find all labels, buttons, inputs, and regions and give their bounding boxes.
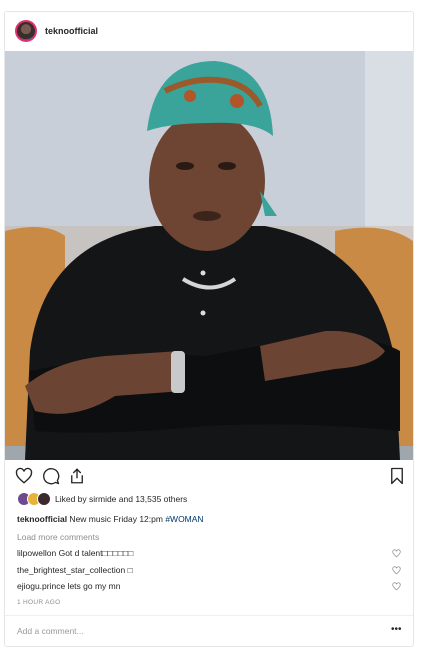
divider (5, 615, 413, 616)
load-more-comments[interactable]: Load more comments (17, 532, 99, 542)
comment-row: lilpowellon Got d talent□□□□□□ (17, 548, 401, 558)
post-timestamp[interactable]: 1 HOUR AGO (17, 599, 60, 606)
comment-icon[interactable] (42, 467, 60, 485)
comment-text: Got d talent□□□□□□ (56, 548, 134, 558)
add-comment-input[interactable]: Add a comment... (17, 626, 84, 636)
likes-row: Liked by sirmide and 13,535 others (17, 492, 187, 506)
heart-icon[interactable] (15, 467, 33, 485)
bookmark-icon[interactable] (388, 467, 406, 485)
caption: teknoofficial New music Friday 12:pm #WO… (17, 514, 204, 524)
comment-row: ejiogu.prince lets go my mn (17, 581, 401, 591)
liker-avatar (37, 492, 51, 506)
comment-username[interactable]: ejiogu.prince (17, 581, 65, 591)
share-icon[interactable] (68, 467, 86, 485)
caption-username[interactable]: teknoofficial (17, 514, 67, 524)
comment-text: lets go my mn (65, 581, 121, 591)
comment-username[interactable]: lilpowellon (17, 548, 56, 558)
post-photo-image (5, 51, 413, 460)
caption-text: New music Friday 12:pm (67, 514, 166, 524)
post-username[interactable]: teknoofficial (45, 26, 98, 36)
caption-hashtag[interactable]: #WOMAN (165, 514, 203, 524)
comment-heart-icon[interactable] (392, 548, 401, 558)
comment-username[interactable]: the_brightest_star_collection (17, 565, 125, 575)
post-photo[interactable] (5, 51, 413, 460)
comment-row: the_brightest_star_collection □ (17, 565, 401, 575)
post-header: teknoofficial (5, 12, 413, 50)
likes-count[interactable]: Liked by sirmide and 13,535 others (55, 494, 187, 504)
comment-heart-icon[interactable] (392, 581, 401, 591)
post-actions (5, 467, 413, 489)
avatar[interactable] (15, 20, 37, 42)
more-options-icon[interactable]: ••• (391, 624, 402, 635)
comment-heart-icon[interactable] (392, 565, 401, 575)
comment-text: □ (125, 565, 133, 575)
post-card: teknoofficial Liked by sirmide and 13,53… (4, 11, 414, 647)
